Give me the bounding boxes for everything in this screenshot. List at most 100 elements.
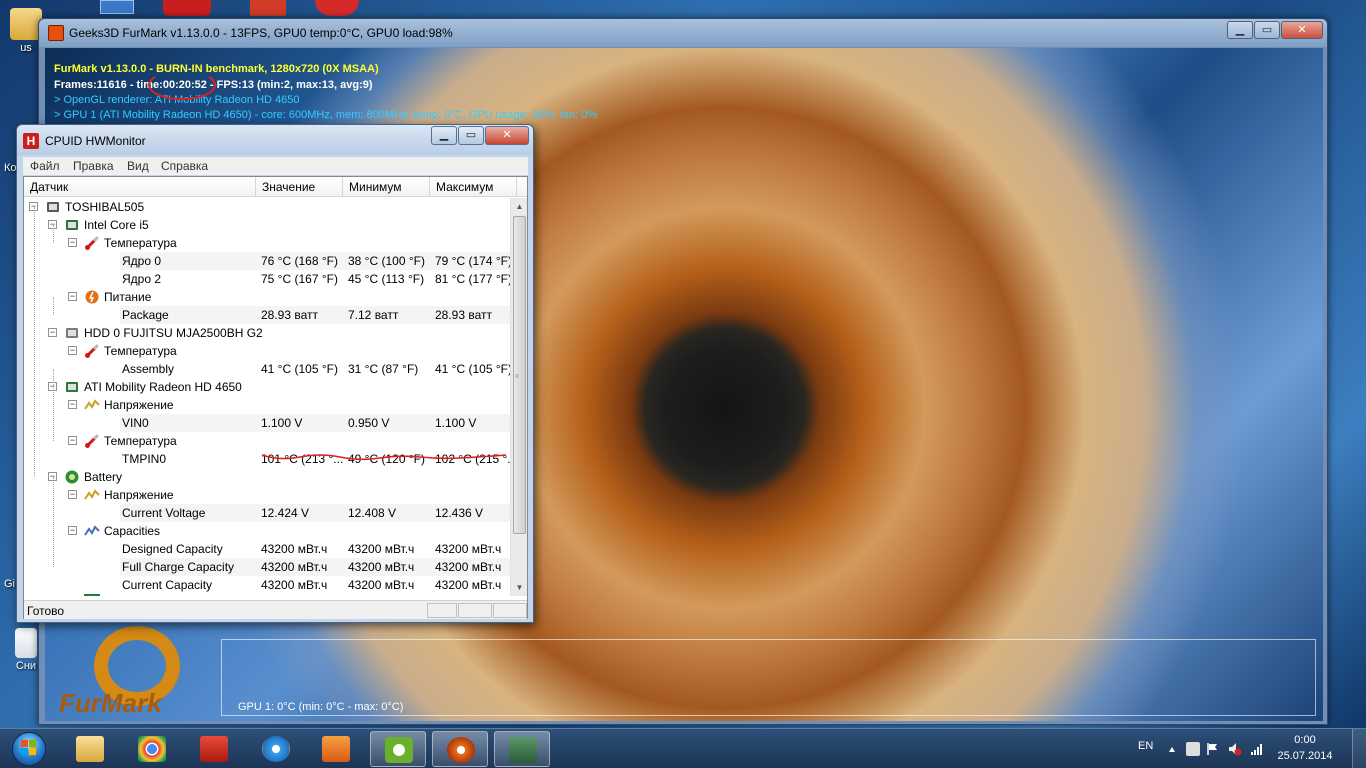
menu-help[interactable]: Справка	[161, 159, 208, 173]
vertical-scrollbar[interactable]: ▲ ≡ ▼	[510, 198, 527, 596]
collapse-toggle-icon[interactable]: −	[68, 400, 77, 409]
sensor-group-name: Capacities	[104, 524, 161, 538]
sensor-row[interactable]: Current Capacity 43200 мВт.ч 43200 мВт.ч 43…	[24, 576, 510, 594]
sensor-row[interactable]: Assembly 41 °C (105 °F) 31 °C (87 °F) 41 °C…	[24, 360, 510, 378]
sensor-value: 41 °C (105 °F)	[261, 362, 338, 376]
desktop-icon-top-1[interactable]	[100, 0, 134, 14]
column-value[interactable]: Значение	[256, 177, 343, 197]
collapse-toggle-icon[interactable]: −	[68, 238, 77, 247]
taskbar-button-utorrent[interactable]	[370, 731, 426, 767]
sensor-group-row[interactable]: − HDD 0 FUJITSU MJA2500BH G2	[24, 324, 510, 342]
sensor-max: 28.93 ватт	[435, 308, 493, 322]
partial-row-icon	[84, 594, 100, 596]
scroll-down-arrow[interactable]: ▼	[511, 579, 528, 596]
sensor-value: 43200 мВт.ч	[261, 578, 328, 592]
sensor-max: 81 °C (177 °F)	[435, 272, 510, 286]
sensor-row[interactable]: Ядро 2 75 °C (167 °F) 45 °C (113 °F) 81 °C …	[24, 270, 510, 288]
usb-device-icon[interactable]	[1186, 742, 1200, 756]
sensor-group-row[interactable]: − Battery	[24, 468, 510, 486]
column-sensor[interactable]: Датчик	[24, 177, 256, 197]
hwmonitor-maximize-button[interactable]: ▭	[458, 126, 484, 145]
sensor-group-row[interactable]: − ATI Mobility Radeon HD 4650	[24, 378, 510, 396]
sensor-min: 12.408 V	[348, 506, 397, 520]
furmark-close-button[interactable]: ✕	[1281, 21, 1323, 39]
status-bar: Готово	[24, 600, 527, 619]
hwmonitor-close-button[interactable]: ✕	[485, 126, 529, 145]
sensor-group-row[interactable]: − Питание	[24, 288, 510, 306]
language-indicator[interactable]: EN	[1138, 740, 1153, 752]
sensor-group-row[interactable]: − Напряжение	[24, 396, 510, 414]
sensor-value: 76 °C (168 °F)	[261, 254, 338, 268]
volume-muted-icon[interactable]	[1228, 742, 1242, 756]
menu-view[interactable]: Вид	[127, 159, 149, 173]
system-tray: EN 0:00 25.07.2014	[1116, 729, 1366, 768]
action-center-flag-icon[interactable]	[1206, 742, 1220, 756]
sensor-group-name: ATI Mobility Radeon HD 4650	[84, 380, 242, 394]
hwmonitor-minimize-button[interactable]: ▁	[431, 126, 457, 145]
sensor-group-row[interactable]: − Intel Core i5	[24, 216, 510, 234]
status-pane-2	[458, 603, 492, 618]
sensor-group-row[interactable]: − Температура	[24, 342, 510, 360]
voltage-icon	[84, 487, 100, 503]
desktop-icon-label: us	[20, 42, 32, 54]
column-header: Датчик Значение Минимум Максимум	[24, 177, 527, 197]
sensor-group-row[interactable]: − Температура	[24, 432, 510, 450]
start-button[interactable]	[4, 731, 56, 767]
column-max[interactable]: Максимум	[430, 177, 517, 197]
tmpin-red-underline	[261, 454, 507, 461]
collapse-toggle-icon[interactable]: −	[68, 526, 77, 535]
taskbar-button-explorer[interactable]	[62, 731, 118, 767]
hwmonitor-window[interactable]: H CPUID HWMonitor ▁ ▭ ✕ Файл Правка Вид …	[16, 124, 534, 623]
column-min[interactable]: Минимум	[343, 177, 430, 197]
sensor-group-row[interactable]: − Capacities	[24, 522, 510, 540]
sensor-name: TMPIN0	[122, 452, 167, 466]
sensor-group-name: Питание	[104, 290, 152, 304]
taskbar-button-chrome[interactable]	[124, 731, 180, 767]
furmark-titlebar[interactable]: Geeks3D FurMark v1.13.0.0 - 13FPS, GPU0 …	[39, 19, 1327, 47]
sensor-list[interactable]: Датчик Значение Минимум Максимум − TOSHIB…	[23, 176, 528, 619]
collapse-toggle-icon[interactable]: −	[68, 292, 77, 301]
taskbar-button-furmark[interactable]	[432, 731, 488, 767]
sensor-group-row[interactable]: − TOSHIBAL505	[24, 198, 510, 216]
furmark-maximize-button[interactable]: ▭	[1254, 21, 1280, 39]
sensor-group-row[interactable]: − Температура	[24, 234, 510, 252]
sensor-row[interactable]: Current Voltage 12.424 V 12.408 V 12.436 V	[24, 504, 510, 522]
collapse-toggle-icon[interactable]: −	[68, 346, 77, 355]
furmark-minimize-button[interactable]: ▁	[1227, 21, 1253, 39]
collapse-toggle-icon[interactable]: −	[68, 490, 77, 499]
sensor-group-name: Battery	[84, 470, 123, 484]
network-signal-icon[interactable]	[1250, 742, 1264, 756]
sensor-row[interactable]: VIN0 1.100 V 0.950 V 1.100 V	[24, 414, 510, 432]
scroll-up-arrow[interactable]: ▲	[511, 198, 528, 215]
clock[interactable]: 0:00 25.07.2014	[1274, 732, 1336, 764]
sensor-value: 1.100 V	[261, 416, 303, 430]
windows-flag-icon	[21, 740, 36, 755]
minimize-icon: ▁	[1235, 24, 1245, 36]
battery-icon	[64, 469, 80, 485]
sensor-max: 43200 мВт.ч	[435, 578, 502, 592]
capacity-icon	[84, 523, 100, 539]
taskbar-button-internet-explorer[interactable]	[248, 731, 304, 767]
taskbar-button-media-player[interactable]	[308, 731, 364, 767]
collapse-toggle-icon[interactable]: −	[48, 328, 57, 337]
hwmonitor-titlebar[interactable]: H CPUID HWMonitor ▁ ▭ ✕	[17, 125, 533, 155]
sensor-row[interactable]: Package 28.93 ватт 7.12 ватт 28.93 ватт	[24, 306, 510, 324]
menu-edit[interactable]: Правка	[73, 159, 114, 173]
desktop-icon-top-4[interactable]	[315, 0, 359, 16]
tray-expand-icon[interactable]	[1168, 742, 1176, 756]
sensor-max: 1.100 V	[435, 416, 477, 430]
collapse-toggle-icon[interactable]: −	[68, 436, 77, 445]
sensor-row[interactable]: Ядро 0 76 °C (168 °F) 38 °C (100 °F) 79 °C …	[24, 252, 510, 270]
taskbar-button-flash[interactable]	[186, 731, 242, 767]
taskbar-button-hwmonitor[interactable]	[494, 731, 550, 767]
sensor-group-name: Intel Core i5	[84, 218, 149, 232]
sensor-row[interactable]: Full Charge Capacity 43200 мВт.ч 43200 мВт…	[24, 558, 510, 576]
desktop-icon-top-2[interactable]	[163, 0, 211, 16]
desktop-icon-top-3[interactable]	[250, 0, 286, 16]
show-desktop-button[interactable]	[1352, 729, 1366, 768]
menu-file[interactable]: Файл	[30, 159, 60, 173]
sensor-group-row[interactable]: − Напряжение	[24, 486, 510, 504]
sensor-row[interactable]: Designed Capacity 43200 мВт.ч 43200 мВт.ч 4…	[24, 540, 510, 558]
sensor-max: 43200 мВт.ч	[435, 542, 502, 556]
sensor-value: 75 °C (167 °F)	[261, 272, 338, 286]
